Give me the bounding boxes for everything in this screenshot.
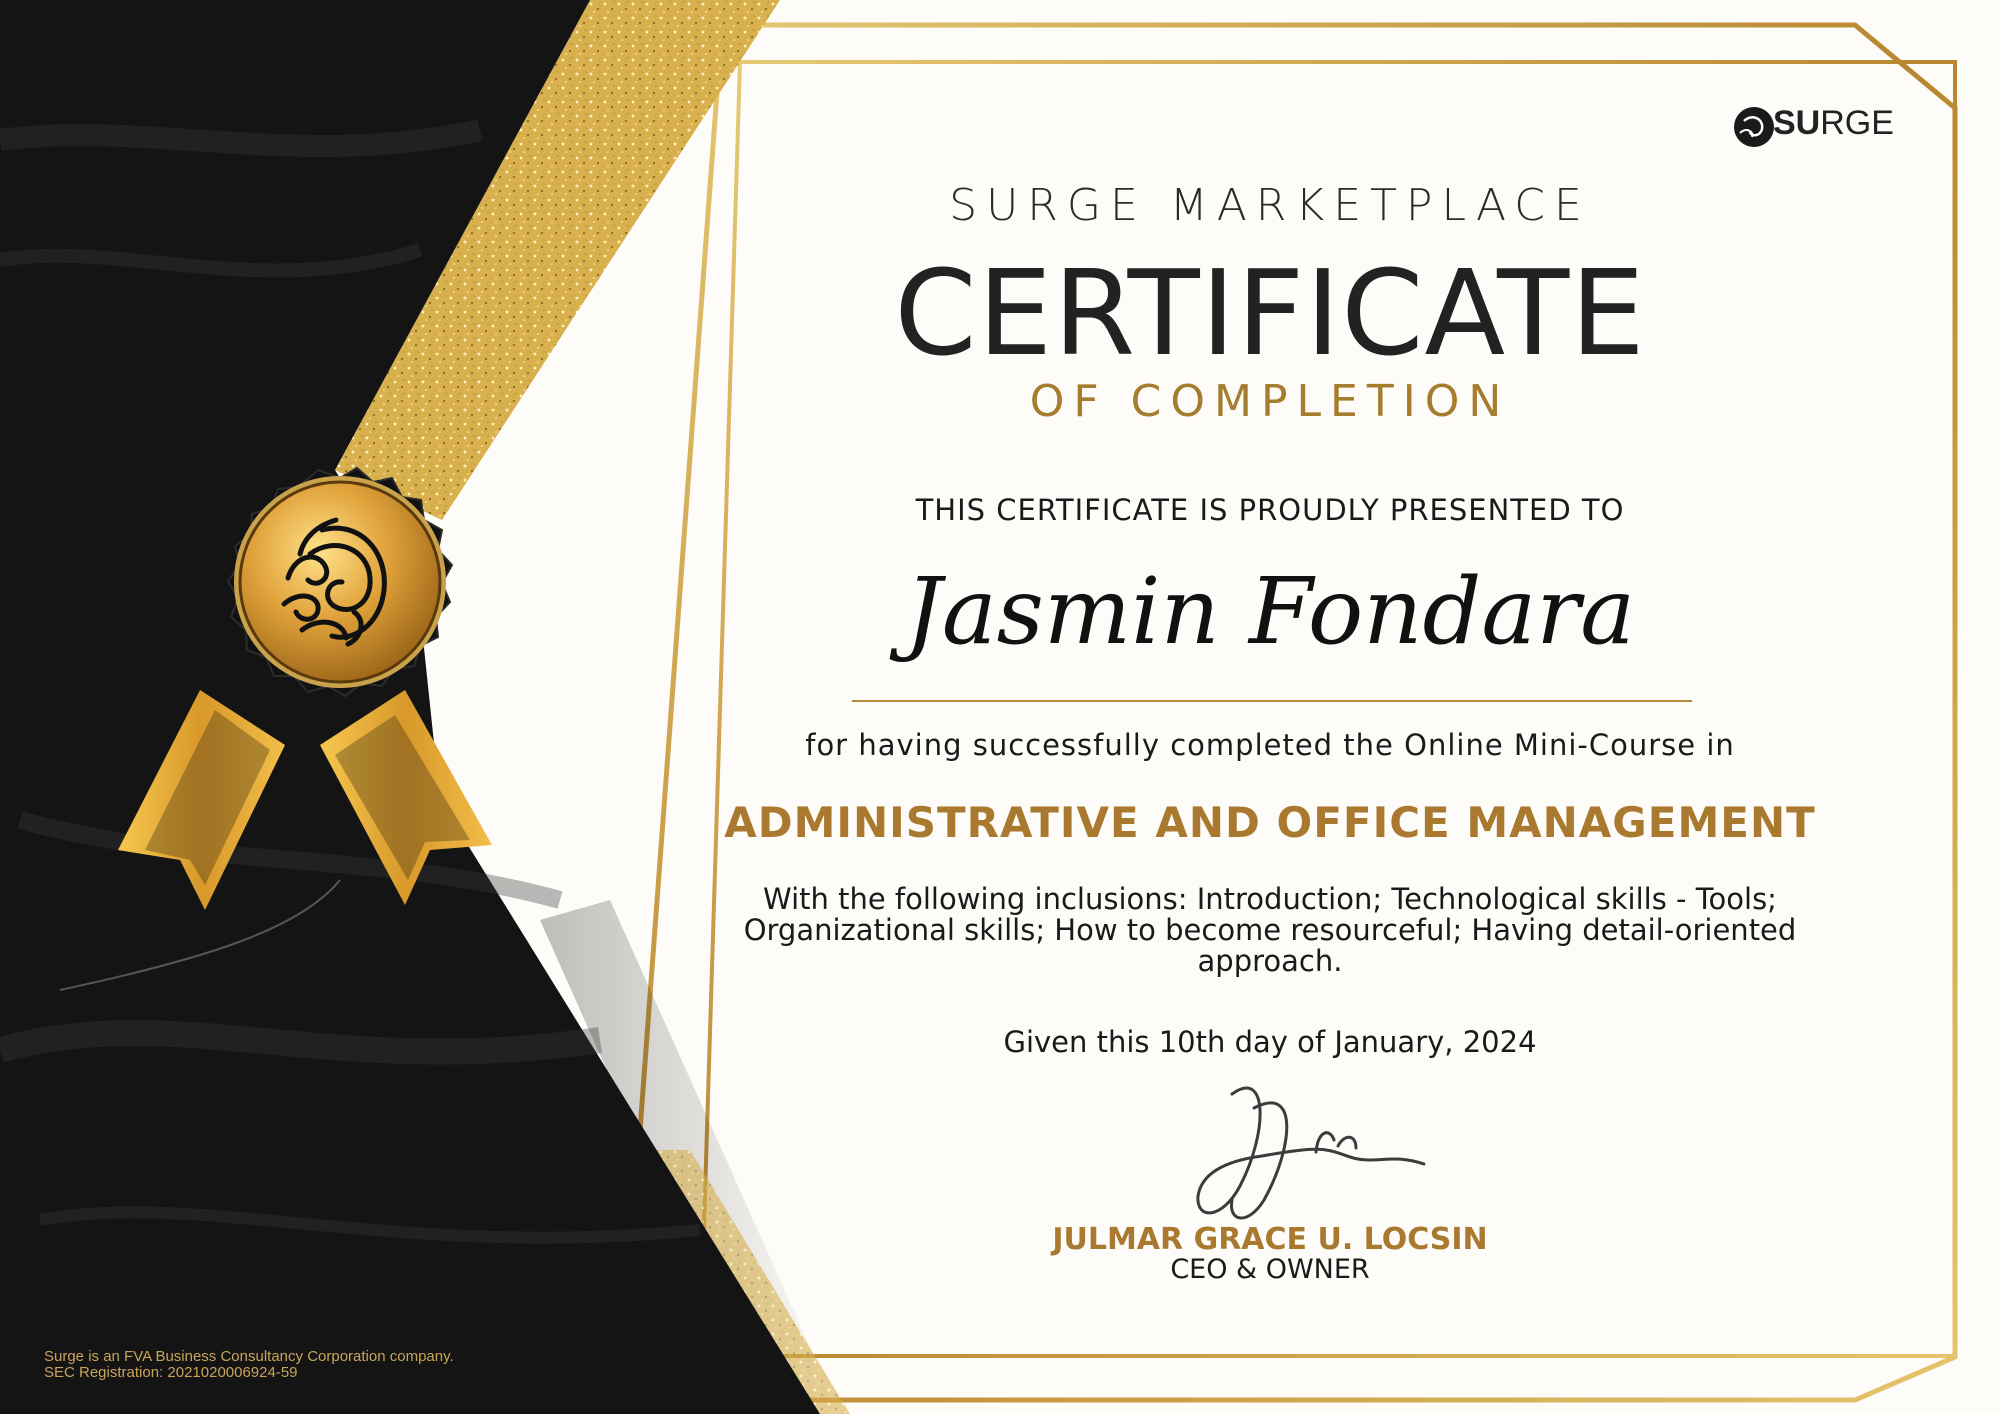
certificate-subtitle: OF COMPLETION [1029,376,1511,427]
course-title: ADMINISTRATIVE AND OFFICE MANAGEMENT [724,798,1816,847]
logo-text: SURGE [1773,104,1894,143]
certificate-title: CERTIFICATE [894,244,1646,382]
logo-bold: SU [1773,104,1821,142]
completion-text: for having successfully completed the On… [805,728,1735,762]
footer-company: Surge is an FVA Business Consultancy Cor… [44,1348,454,1365]
footer-note: Surge is an FVA Business Consultancy Cor… [44,1349,454,1381]
name-underline [852,700,1692,702]
signer-name: JULMAR GRACE U. LOCSIN [1052,1222,1488,1257]
inclusions-text: With the following inclusions: Introduct… [743,882,1797,978]
presented-to-text: THIS CERTIFICATE IS PROUDLY PRESENTED TO [915,493,1625,527]
logo-light: RGE [1820,104,1894,142]
given-date: Given this 10th day of January, 2024 [1003,1025,1537,1059]
recipient-name: Jasmin Fondara [904,558,1636,665]
footer-registration: SEC Registration: 2021020006924-59 [44,1364,298,1381]
signer-title: CEO & OWNER [1170,1254,1370,1285]
organization-name: SURGE MARKETPLACE [949,180,1591,231]
surge-logo: SURGE [1725,104,1894,143]
